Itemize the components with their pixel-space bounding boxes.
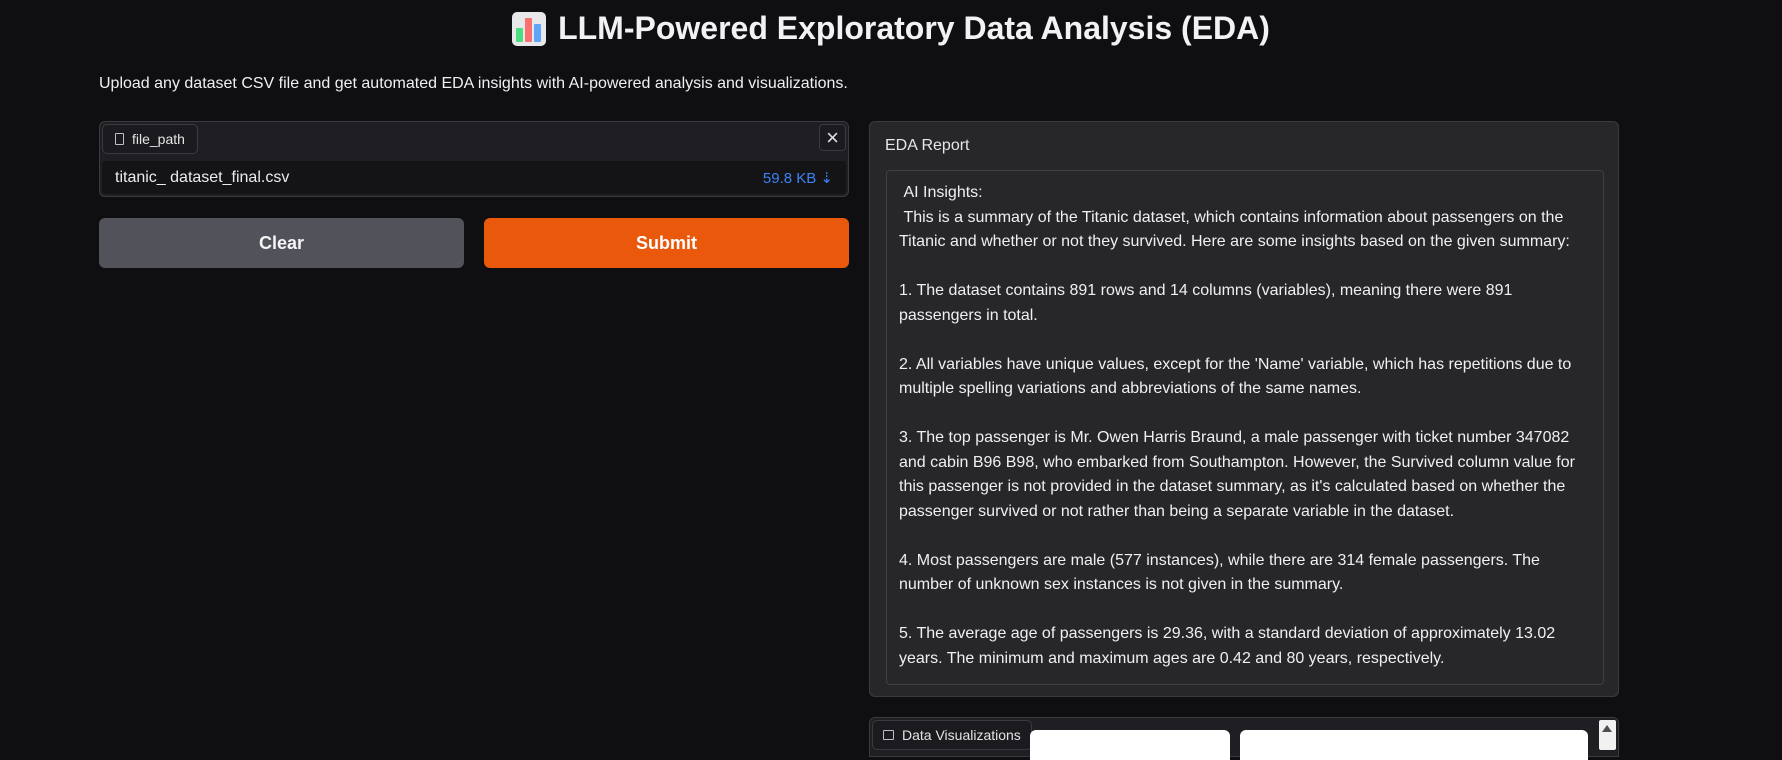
data-visualizations-panel: Data Visualizations — [869, 717, 1619, 760]
scrollbar[interactable] — [1599, 720, 1616, 750]
visualization-thumbnail[interactable] — [1030, 730, 1230, 760]
file-upload-box[interactable]: file_path × titanic_ dataset_final.csv 5… — [99, 121, 849, 197]
eda-report-label: EDA Report — [885, 137, 970, 154]
data-visualizations-label-text: Data Visualizations — [902, 727, 1021, 743]
page-title-text: LLM-Powered Exploratory Data Analysis (E… — [558, 10, 1270, 46]
submit-button[interactable]: Submit — [484, 218, 849, 268]
page-title: LLM-Powered Exploratory Data Analysis (E… — [0, 10, 1782, 47]
eda-report-panel: EDA Report AI Insights: This is a summar… — [869, 121, 1619, 697]
remove-file-button[interactable]: × — [819, 124, 846, 151]
eda-report-textbox[interactable]: AI Insights: This is a summary of the Ti… — [886, 170, 1604, 685]
file-input-label: file_path — [102, 124, 198, 154]
file-icon — [115, 133, 124, 145]
file-input-label-text: file_path — [132, 131, 185, 147]
page-description: Upload any dataset CSV file and get auto… — [99, 75, 848, 92]
clear-button[interactable]: Clear — [99, 218, 464, 268]
download-file-link[interactable]: 59.8 KB ⇣ — [763, 169, 833, 187]
scroll-up-icon[interactable] — [1602, 725, 1612, 732]
uploaded-file-row: titanic_ dataset_final.csv 59.8 KB ⇣ — [102, 161, 846, 194]
file-name: titanic_ dataset_final.csv — [115, 168, 290, 186]
image-icon — [883, 730, 894, 740]
bar-chart-icon — [512, 11, 547, 46]
data-visualizations-label: Data Visualizations — [872, 720, 1032, 750]
visualization-thumbnail[interactable] — [1240, 730, 1588, 760]
